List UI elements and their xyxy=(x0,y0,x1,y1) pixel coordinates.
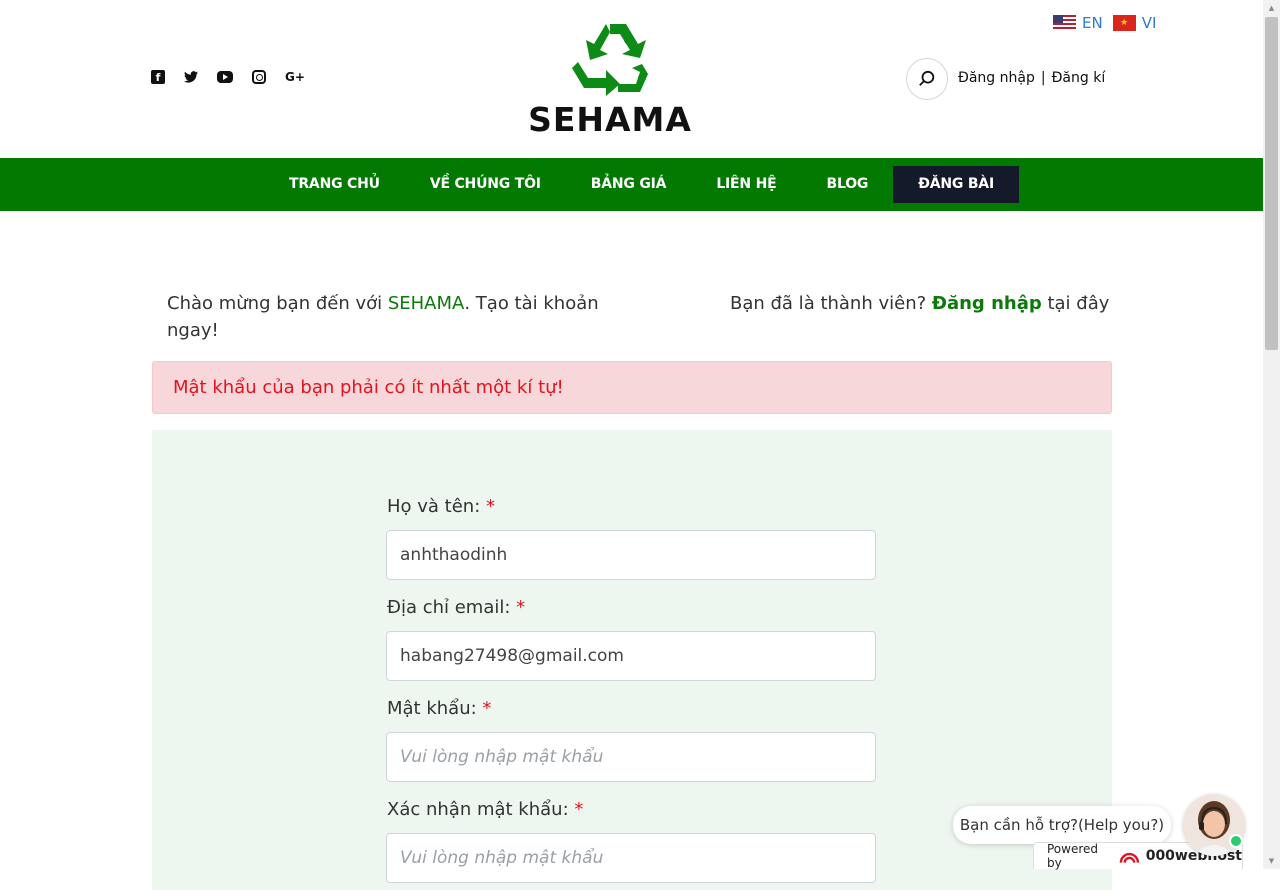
online-status-indicator xyxy=(1229,834,1243,848)
fullname-input[interactable] xyxy=(386,530,876,580)
password-label: Mật khẩu: * xyxy=(387,698,491,719)
member-text: Bạn đã là thành viên? Đăng nhập tại đây xyxy=(730,290,1109,317)
instagram-icon[interactable] xyxy=(252,70,266,84)
twitter-icon[interactable] xyxy=(184,70,198,84)
fullname-label: Họ và tên: * xyxy=(387,496,495,517)
us-flag-icon xyxy=(1053,15,1076,31)
social-links: f G+ xyxy=(151,70,305,84)
youtube-icon[interactable] xyxy=(217,71,233,83)
password-input[interactable] xyxy=(386,732,876,782)
nav-contact[interactable]: LIÊN HỆ xyxy=(691,166,801,203)
search-icon xyxy=(919,70,935,86)
webhost-logo-icon xyxy=(1119,852,1139,863)
password-label-text: Mật khẩu: xyxy=(387,698,477,719)
welcome-prefix: Chào mừng bạn đến với xyxy=(167,293,388,314)
google-plus-icon[interactable]: G+ xyxy=(285,70,305,84)
confirm-password-label: Xác nhận mật khẩu: * xyxy=(387,799,583,820)
auth-separator: | xyxy=(1040,70,1046,86)
email-label: Địa chỉ email: * xyxy=(387,597,525,618)
nav-pricing[interactable]: BẢNG GIÁ xyxy=(566,166,692,203)
language-switcher: EN ★ VI xyxy=(1053,14,1156,32)
site-logo[interactable]: SEHAMA xyxy=(522,20,698,139)
help-bubble[interactable]: Bạn cần hỗ trợ?(Help you?) xyxy=(953,806,1171,844)
powered-label: Powered by xyxy=(1047,842,1099,870)
error-message: Mật khẩu của bạn phải có ít nhất một kí … xyxy=(173,377,564,398)
member-login-link[interactable]: Đăng nhập xyxy=(932,293,1042,314)
required-marker: * xyxy=(574,799,584,820)
language-en-label: EN xyxy=(1082,14,1103,32)
email-label-text: Địa chỉ email: xyxy=(387,597,511,618)
nav-blog[interactable]: BLOG xyxy=(802,166,894,203)
member-suffix: tại đây xyxy=(1041,293,1110,314)
confirm-label-text: Xác nhận mật khẩu: xyxy=(387,799,569,820)
error-alert: Mật khẩu của bạn phải có ít nhất một kí … xyxy=(152,361,1112,414)
login-link[interactable]: Đăng nhập xyxy=(958,70,1035,86)
scrollbar-thumb[interactable] xyxy=(1265,17,1278,350)
nav-about[interactable]: VỀ CHÚNG TÔI xyxy=(405,166,566,203)
logo-text: SEHAMA xyxy=(528,100,692,139)
welcome-brand: SEHAMA xyxy=(387,293,465,314)
search-button[interactable] xyxy=(906,58,948,100)
required-marker: * xyxy=(516,597,526,618)
auth-links: Đăng nhập | Đăng kí xyxy=(958,70,1105,86)
main-nav: TRANG CHỦ VỀ CHÚNG TÔI BẢNG GIÁ LIÊN HỆ … xyxy=(0,158,1263,211)
language-vi-label: VI xyxy=(1141,14,1157,32)
vn-flag-icon: ★ xyxy=(1112,15,1136,31)
language-vi[interactable]: ★ VI xyxy=(1112,14,1157,32)
required-marker: * xyxy=(486,496,496,517)
recycle-icon xyxy=(572,24,648,96)
scroll-up-arrow-icon[interactable]: ▲ xyxy=(1266,3,1277,13)
language-en[interactable]: EN xyxy=(1053,14,1103,32)
nav-home[interactable]: TRANG CHỦ xyxy=(264,166,405,203)
confirm-password-input[interactable] xyxy=(386,833,876,883)
facebook-icon[interactable]: f xyxy=(151,70,165,84)
email-input[interactable] xyxy=(386,631,876,681)
fullname-label-text: Họ và tên: xyxy=(387,496,481,517)
welcome-text: Chào mừng bạn đến với SEHAMA. Tạo tài kh… xyxy=(167,290,637,344)
required-marker: * xyxy=(482,698,492,719)
register-link[interactable]: Đăng kí xyxy=(1052,70,1106,86)
scroll-down-arrow-icon[interactable]: ▼ xyxy=(1266,856,1277,866)
nav-post[interactable]: ĐĂNG BÀI xyxy=(893,166,1019,203)
member-prefix: Bạn đã là thành viên? xyxy=(730,293,932,314)
